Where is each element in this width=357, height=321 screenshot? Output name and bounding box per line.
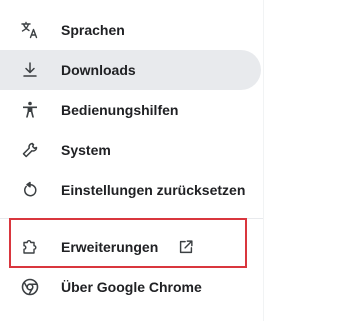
sidebar-item-reset-settings[interactable]: Einstellungen zurücksetzen bbox=[0, 170, 261, 210]
sidebar-item-label: Bedienungshilfen bbox=[61, 102, 179, 118]
sidebar-item-label: Sprachen bbox=[61, 22, 125, 38]
wrench-icon bbox=[20, 140, 40, 160]
sidebar-item-accessibility[interactable]: Bedienungshilfen bbox=[0, 90, 261, 130]
extensions-highlight-box bbox=[9, 218, 247, 268]
translate-icon bbox=[20, 20, 40, 40]
sidebar-item-system[interactable]: System bbox=[0, 130, 261, 170]
accessibility-icon bbox=[20, 100, 40, 120]
sidebar-item-about-chrome[interactable]: Über Google Chrome bbox=[0, 267, 261, 307]
reset-icon bbox=[20, 180, 40, 200]
sidebar-item-label: Einstellungen zurücksetzen bbox=[61, 182, 246, 198]
sidebar-item-label: Über Google Chrome bbox=[61, 279, 202, 295]
sidebar-item-languages[interactable]: Sprachen bbox=[0, 10, 261, 50]
chrome-logo-icon bbox=[20, 277, 40, 297]
download-icon bbox=[20, 60, 40, 80]
sidebar-item-label: System bbox=[61, 142, 111, 158]
sidebar-item-downloads[interactable]: Downloads bbox=[0, 50, 261, 90]
sidebar-item-label: Downloads bbox=[61, 62, 136, 78]
settings-sidebar: Sprachen Downloads Bedienungshilfen Syst… bbox=[0, 0, 264, 321]
